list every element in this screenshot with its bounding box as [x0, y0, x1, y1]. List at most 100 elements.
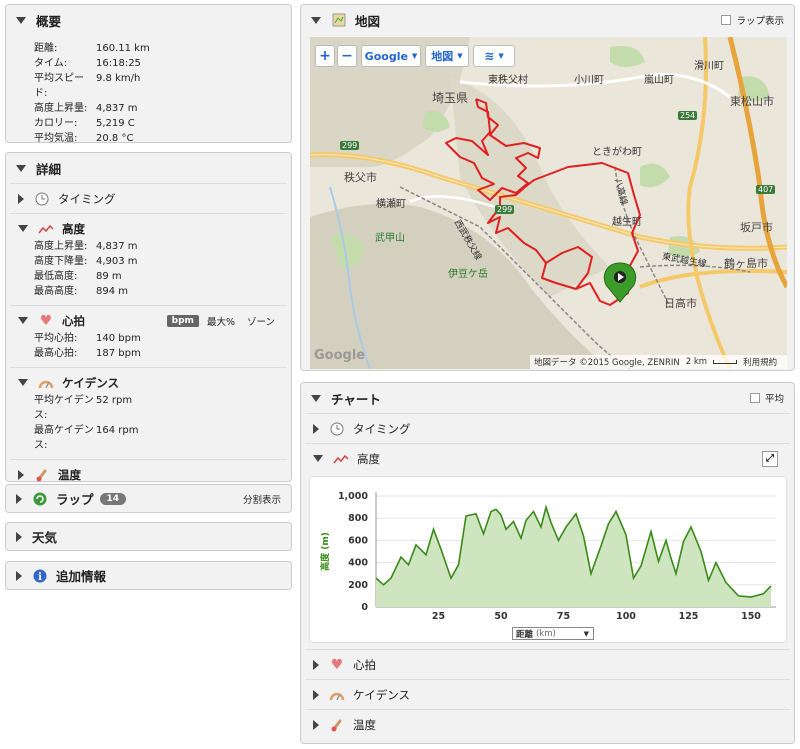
map-canvas[interactable]: + − Google ▼ 地図 ▼ ≋ ▼ 埼玉県 東秩父村 小川町 嵐山町 滑川町 … [310, 37, 787, 369]
road-shield: 254 [678, 111, 698, 120]
dropdown-arrow-icon: ▼ [498, 52, 504, 60]
details-panel: 詳細 タイミング 高度 高度上昇量: 4,837 m 高度下降量: 4,903 m 最低… [5, 152, 292, 482]
split-view-link[interactable]: 分割表示 [243, 492, 281, 506]
layers-dropdown[interactable]: ≋ ▼ [473, 45, 515, 67]
stat-label: 最高心拍: [34, 348, 78, 359]
chart-timing-row[interactable]: タイミング [305, 413, 790, 443]
stat-row: 平均スピード: 9.8 km/h [6, 71, 291, 101]
zoom-in-button[interactable]: + [315, 45, 335, 67]
zone-option[interactable]: ゾーン [247, 314, 275, 328]
collapse-icon [311, 16, 321, 24]
chart-temp-label: 温度 [353, 717, 376, 732]
stat-row: 平均心拍: 140 bpm [6, 331, 291, 346]
attribution-text: 地図データ ©2015 Google, ZENRIN [534, 358, 680, 368]
map-type-label: 地図 [431, 50, 454, 63]
provider-dropdown[interactable]: Google ▼ [361, 45, 421, 67]
summary-title: 概要 [36, 13, 62, 29]
expand-icon [313, 719, 319, 730]
details-header[interactable]: 詳細 [6, 153, 291, 183]
map-icon [331, 12, 347, 28]
y-tick-label: 600 [348, 535, 368, 546]
laps-header[interactable]: ラップ 14 分割表示 [6, 485, 291, 512]
stat-label: 平均気温: [34, 133, 78, 144]
weather-header[interactable]: 天気 [6, 523, 291, 550]
bpm-badge[interactable]: bpm [166, 314, 199, 327]
place-label: 武甲山 [375, 233, 405, 244]
map-panel: 地図 ラップ表示 + − Google ▼ 地図 ▼ ≋ ▼ 埼玉県 東秩父村 … [300, 4, 795, 371]
stat-label: 距離: [34, 43, 58, 54]
scale-bar [713, 360, 738, 364]
elevation-area [376, 507, 771, 607]
x-tick-label: 75 [557, 611, 570, 622]
stat-label: タイム: [34, 58, 68, 69]
stat-label: 高度下降量: [34, 256, 88, 267]
chart-cadence-label: ケイデンス [353, 687, 411, 702]
place-label: 東松山市 [730, 95, 774, 108]
heart-icon: ♥ [330, 656, 344, 673]
stat-value: 9.8 km/h [96, 73, 141, 84]
stat-label: 最低高度: [34, 271, 78, 282]
provider-label: Google [364, 49, 408, 63]
collapse-icon [18, 379, 28, 386]
heart-label: 心拍 [62, 313, 85, 328]
stat-row: 平均ケイデンス: 52 rpm [6, 393, 291, 423]
laps-panel[interactable]: ラップ 14 分割表示 [5, 484, 292, 513]
heart-rows: 平均心拍: 140 bpm 最高心拍: 187 bpm [6, 331, 291, 361]
cadence-icon [38, 375, 54, 391]
stat-row: 最低高度: 89 m [6, 269, 291, 284]
stat-value: 894 m [96, 286, 129, 297]
extra-info-panel[interactable]: i 追加情報 [5, 561, 292, 590]
expand-icon [313, 659, 319, 670]
chart-temp-row[interactable]: 温度 [305, 709, 790, 739]
expand-icon [16, 570, 22, 581]
google-logo: Google [314, 348, 366, 363]
place-label: 滑川町 [694, 61, 724, 72]
temp-label: 温度 [58, 467, 81, 482]
stat-row: 距離: 160.11 km [6, 41, 291, 56]
summary-header[interactable]: 概要 [6, 5, 291, 35]
chart-cadence-row[interactable]: ケイデンス [305, 679, 790, 709]
expand-chart-icon[interactable]: ⤢ [762, 450, 778, 467]
place-label: 鶴ヶ島市 [724, 257, 768, 270]
x-axis-selector[interactable]: 距離 (km) ▼ [512, 627, 594, 640]
clock-icon [329, 421, 345, 437]
details-timing-row[interactable]: タイミング [10, 183, 287, 213]
stat-value: 140 bpm [96, 333, 141, 344]
extra-info-header[interactable]: i 追加情報 [6, 562, 291, 589]
zoom-out-button[interactable]: − [337, 45, 357, 67]
extra-info-title: 追加情報 [56, 569, 107, 584]
terms-link[interactable]: 利用規約 [743, 356, 777, 368]
stat-value: 5,219 C [96, 118, 135, 129]
summary-rows: 距離: 160.11 km タイム: 16:18:25 平均スピード: 9.8 km/h 高… [6, 35, 291, 146]
weather-panel[interactable]: 天気 [5, 522, 292, 551]
lap-display-checkbox[interactable] [721, 15, 732, 25]
stat-value: 52 rpm [96, 395, 133, 406]
elevation-label: 高度 [62, 221, 85, 236]
max-percent-option[interactable]: 最大% [207, 314, 235, 328]
average-checkbox[interactable] [749, 393, 760, 403]
cadence-rows: 平均ケイデンス: 52 rpm 最高ケイデンス: 164 rpm [6, 393, 291, 453]
elevation-chart: 1,000 800 600 400 200 0 25 50 75 100 125 150 高度 (m) [319, 491, 776, 622]
stat-row: カロリー: 5,219 C [6, 116, 291, 131]
y-tick-label: 800 [348, 513, 368, 524]
chart-elevation-row[interactable]: 高度 ⤢ [305, 443, 790, 473]
chart-header[interactable]: チャート 平均 [301, 383, 794, 413]
elevation-icon [38, 221, 54, 237]
map-type-dropdown[interactable]: 地図 ▼ [425, 45, 469, 67]
summary-panel: 概要 距離: 160.11 km タイム: 16:18:25 平均スピード: 9.8 km… [5, 4, 292, 146]
cadence-icon [329, 687, 345, 703]
stat-label: 最高高度: [34, 286, 78, 297]
stat-value: 187 bpm [96, 348, 141, 359]
stat-label: 最高ケイデンス: [34, 425, 94, 451]
heart-icon: ♥ [39, 312, 53, 329]
chart-heart-row[interactable]: ♥ 心拍 [305, 649, 790, 679]
collapse-icon [18, 225, 28, 232]
x-selector-label: 距離 [516, 629, 534, 640]
map-header[interactable]: 地図 ラップ表示 [301, 5, 794, 35]
dropdown-arrow-icon: ▼ [457, 52, 463, 60]
expand-icon [18, 193, 24, 204]
chart-heart-label: 心拍 [353, 657, 376, 672]
place-label: 坂戸市 [740, 221, 773, 234]
stat-row: 高度上昇量: 4,837 m [6, 239, 291, 254]
place-label: 日高市 [664, 297, 697, 310]
